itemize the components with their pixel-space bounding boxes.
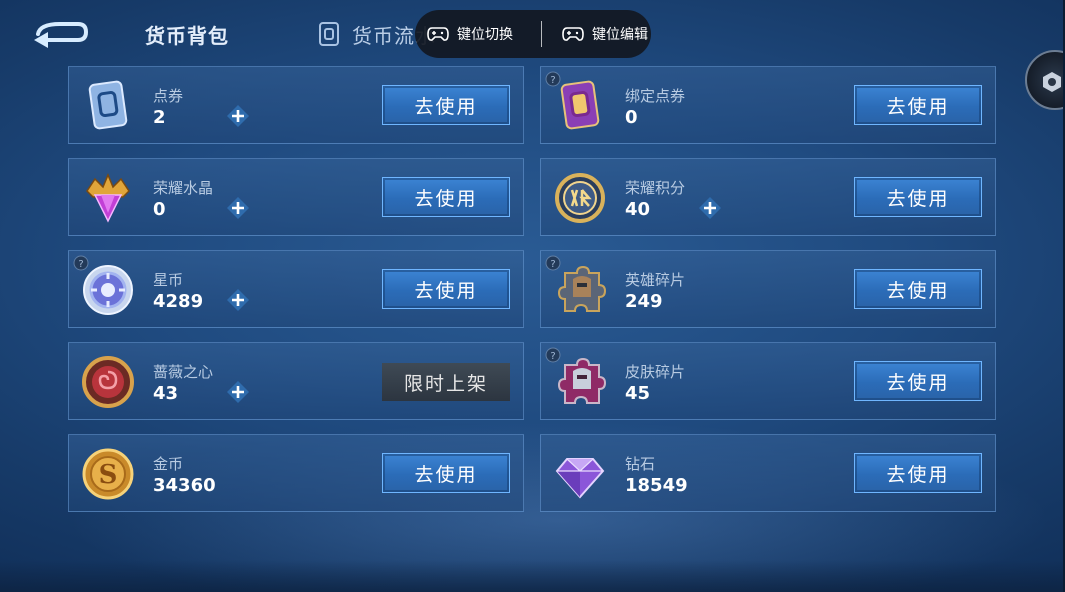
currency-name: 皮肤碎片 (625, 363, 686, 381)
currency-amount: 40 (625, 199, 651, 220)
gold-coin-icon: S (81, 447, 135, 501)
currency-name: 荣耀水晶 (153, 179, 214, 197)
bound-voucher-card-icon (553, 79, 607, 133)
limited-time-button[interactable]: 限时上架 (382, 363, 510, 401)
star-coin-icon (81, 263, 135, 317)
keymap-switch-label: 键位切换 (457, 27, 513, 43)
currency-card-skin-fragment: ? 皮肤碎片 45 去使用 (540, 342, 996, 420)
keymap-switch-button[interactable]: 键位切换 (415, 10, 529, 58)
gamepad-icon (562, 27, 584, 41)
currency-name: 点券 (153, 87, 184, 105)
keymap-edit-button[interactable]: 键位编辑 (562, 10, 648, 58)
add-plus-icon[interactable] (227, 105, 249, 127)
add-plus-icon[interactable] (227, 289, 249, 311)
currency-name: 蔷薇之心 (153, 363, 214, 381)
use-button[interactable]: 去使用 (854, 177, 982, 217)
currency-amount: 0 (625, 107, 638, 128)
currency-card-voucher: 点券 2 去使用 (68, 66, 524, 144)
currency-card-gold-coin: S 金币 34360 去使用 (68, 434, 524, 512)
currency-name: 钻石 (625, 455, 656, 473)
currency-amount: 4289 (153, 291, 204, 312)
gamepad-icon (427, 27, 449, 41)
currency-card-star-coin: ? 星币 4289 去使用 (68, 250, 524, 328)
currency-name: 英雄碎片 (625, 271, 686, 289)
currency-card-glory-crystal: 荣耀水晶 0 去使用 (68, 158, 524, 236)
currency-card-diamond: 钻石 18549 去使用 (540, 434, 996, 512)
currency-card-glory-points: 荣耀积分 40 去使用 (540, 158, 996, 236)
add-plus-icon[interactable] (227, 197, 249, 219)
currency-name: 金币 (153, 455, 184, 473)
tab-currency-bag-label: 货币背包 (145, 23, 229, 48)
svg-text:S: S (99, 460, 118, 490)
currency-amount: 2 (153, 107, 166, 128)
currency-amount: 249 (625, 291, 663, 312)
currency-amount: 43 (153, 383, 179, 404)
hero-fragment-icon (553, 263, 607, 317)
rose-heart-icon (81, 355, 135, 409)
add-plus-icon[interactable] (699, 197, 721, 219)
use-button[interactable]: 去使用 (854, 361, 982, 401)
currency-amount: 45 (625, 383, 651, 404)
use-button[interactable]: 去使用 (382, 269, 510, 309)
tab-currency-bag[interactable]: 货币背包 (145, 18, 229, 50)
use-button[interactable]: 去使用 (854, 453, 982, 493)
use-button[interactable]: 去使用 (854, 85, 982, 125)
keymap-edit-label: 键位编辑 (592, 27, 648, 43)
currency-amount: 34360 (153, 475, 216, 496)
glory-points-icon (553, 171, 607, 225)
use-button[interactable]: 去使用 (382, 453, 510, 493)
hexagon-gear-icon (1043, 72, 1061, 92)
voucher-tab-icon (319, 22, 339, 46)
use-button[interactable]: 去使用 (382, 85, 510, 125)
voucher-card-icon (81, 79, 135, 133)
currency-amount: 0 (153, 199, 166, 220)
currency-name: 星币 (153, 271, 184, 289)
currency-card-bound-voucher: ? 绑定点券 0 去使用 (540, 66, 996, 144)
glory-crystal-icon (81, 171, 135, 225)
keymap-divider (541, 21, 542, 47)
back-arrow-icon[interactable] (30, 18, 89, 48)
use-button[interactable]: 去使用 (854, 269, 982, 309)
skin-fragment-icon (553, 355, 607, 409)
bottom-glow (0, 560, 1065, 592)
currency-bag-screen: 货币背包 货币流水 键位切换 键位编辑 点券 2 去使用 ? 绑定点券 0 去使… (0, 0, 1065, 592)
keymap-toolbar: 键位切换 键位编辑 (415, 10, 651, 58)
currency-card-rose-heart: 蔷薇之心 43 限时上架 (68, 342, 524, 420)
currency-name: 荣耀积分 (625, 179, 686, 197)
add-plus-icon[interactable] (227, 381, 249, 403)
floating-settings-button[interactable] (1025, 50, 1065, 110)
currency-amount: 18549 (625, 475, 688, 496)
currency-name: 绑定点券 (625, 87, 686, 105)
currency-card-hero-fragment: ? 英雄碎片 249 去使用 (540, 250, 996, 328)
use-button[interactable]: 去使用 (382, 177, 510, 217)
diamond-icon (553, 447, 607, 501)
